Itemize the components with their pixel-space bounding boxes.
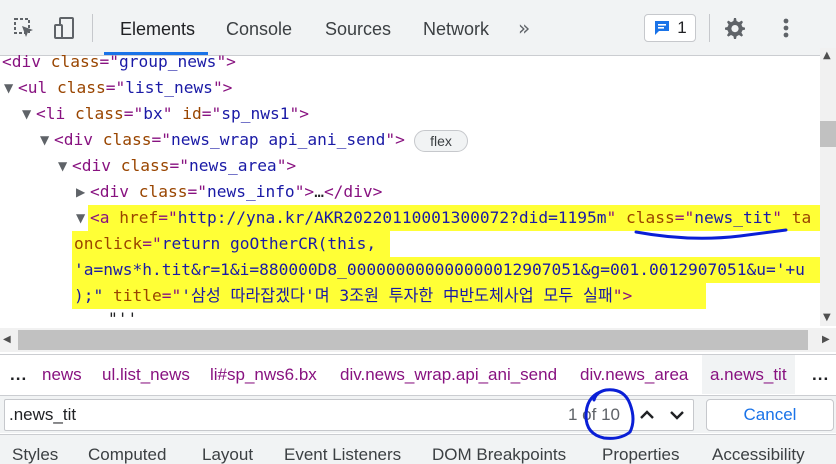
toolbar-separator xyxy=(709,14,710,42)
scroll-left-arrow-icon[interactable]: ◀ xyxy=(3,334,11,345)
chevron-up-icon xyxy=(640,410,654,419)
chevron-down-icon xyxy=(670,411,684,420)
breadcrumb-item[interactable]: ul.list_news xyxy=(102,355,190,394)
match-counter: 1 of 10 xyxy=(568,405,620,424)
collapse-triangle-icon[interactable]: ▼ xyxy=(58,159,67,173)
collapse-triangle-icon[interactable]: ▼ xyxy=(76,211,85,225)
breadcrumb-item-selected[interactable]: a.news_tit xyxy=(702,355,795,394)
vertical-scrollbar[interactable] xyxy=(820,48,836,326)
dom-node-div-news-info[interactable]: <div class="news_info">…</div> xyxy=(90,179,382,205)
scroll-down-arrow-icon[interactable]: ▼ xyxy=(823,312,831,323)
dom-node-div-group-news[interactable]: <div class="group_news"> xyxy=(2,49,236,75)
gear-icon[interactable] xyxy=(718,12,750,44)
vertical-scroll-thumb[interactable] xyxy=(820,121,836,147)
breadcrumb-item[interactable]: news xyxy=(42,355,82,394)
scroll-right-arrow-icon[interactable]: ▶ xyxy=(822,334,830,345)
dom-search-bar: .news_tit 1 of 10 Cancel xyxy=(0,395,836,433)
dom-node-li-bx[interactable]: <li class="bx" id="sp_nws1"> xyxy=(36,101,309,127)
tab-event-listeners[interactable]: Event Listeners xyxy=(284,445,401,464)
breadcrumb-item[interactable]: div.news_wrap.api_ani_send xyxy=(340,355,557,394)
breadcrumb: ... news ul.list_news li#sp_nws6.bx div.… xyxy=(0,354,836,394)
dom-attr-onclick-value[interactable]: 'a=nws*h.tit&r=1&i=880000D8_000000000000… xyxy=(74,257,805,283)
kebab-menu-icon[interactable] xyxy=(770,12,802,44)
collapse-triangle-icon[interactable]: ▼ xyxy=(40,133,49,147)
previous-match-button[interactable] xyxy=(634,402,660,428)
dom-tree: <div class="group_news"> ▼ <ul class="li… xyxy=(0,48,820,326)
breadcrumb-more[interactable]: ... xyxy=(10,355,27,394)
dom-text-node[interactable]: "'' xyxy=(108,306,137,326)
device-toggle-icon[interactable] xyxy=(48,12,80,44)
inspect-cursor-icon[interactable] xyxy=(8,12,40,44)
dom-attr-title[interactable]: );" title="'삼성 따라잡겠다'며 3조원 투자한 中반도체사업 모두… xyxy=(74,283,632,309)
toolbar-separator xyxy=(92,14,93,42)
more-tabs-icon[interactable]: » xyxy=(518,16,530,40)
cancel-button[interactable]: Cancel xyxy=(706,399,834,431)
collapse-triangle-icon[interactable]: ▼ xyxy=(4,81,13,95)
message-icon xyxy=(655,21,670,35)
collapse-triangle-icon[interactable]: ▼ xyxy=(22,107,31,121)
tab-properties[interactable]: Properties xyxy=(602,445,679,464)
issues-button[interactable]: 1 xyxy=(644,14,696,42)
tab-computed[interactable]: Computed xyxy=(88,445,166,464)
tab-layout[interactable]: Layout xyxy=(202,445,253,464)
dom-node-a-news-tit[interactable]: <a href="http://yna.kr/AKR20220110001300… xyxy=(90,205,811,231)
tab-dom-breakpoints[interactable]: DOM Breakpoints xyxy=(432,445,566,464)
expand-triangle-icon[interactable]: ▶ xyxy=(76,185,85,199)
dom-node-div-news-wrap[interactable]: <div class="news_wrap api_ani_send"> xyxy=(54,127,405,153)
dom-node-div-news-area[interactable]: <div class="news_area"> xyxy=(72,153,296,179)
dom-attr-onclick[interactable]: onclick="return goOtherCR(this, xyxy=(74,231,376,257)
breadcrumb-item[interactable]: div.news_area xyxy=(580,355,688,394)
next-match-button[interactable] xyxy=(664,402,690,428)
flex-badge[interactable]: flex xyxy=(414,130,468,152)
issues-count: 1 xyxy=(677,18,687,37)
dom-node-ul-list-news[interactable]: <ul class="list_news"> xyxy=(18,75,232,101)
horizontal-scroll-thumb[interactable] xyxy=(18,330,808,350)
breadcrumb-item[interactable]: li#sp_nws6.bx xyxy=(210,355,317,394)
scroll-up-arrow-icon[interactable]: ▲ xyxy=(823,50,831,61)
tab-styles[interactable]: Styles xyxy=(12,445,58,464)
tab-accessibility[interactable]: Accessibility xyxy=(712,445,805,464)
breadcrumb-more-right[interactable]: ... xyxy=(812,355,829,394)
sidebar-pane-tabs: Styles Computed Layout Event Listeners D… xyxy=(0,434,836,464)
